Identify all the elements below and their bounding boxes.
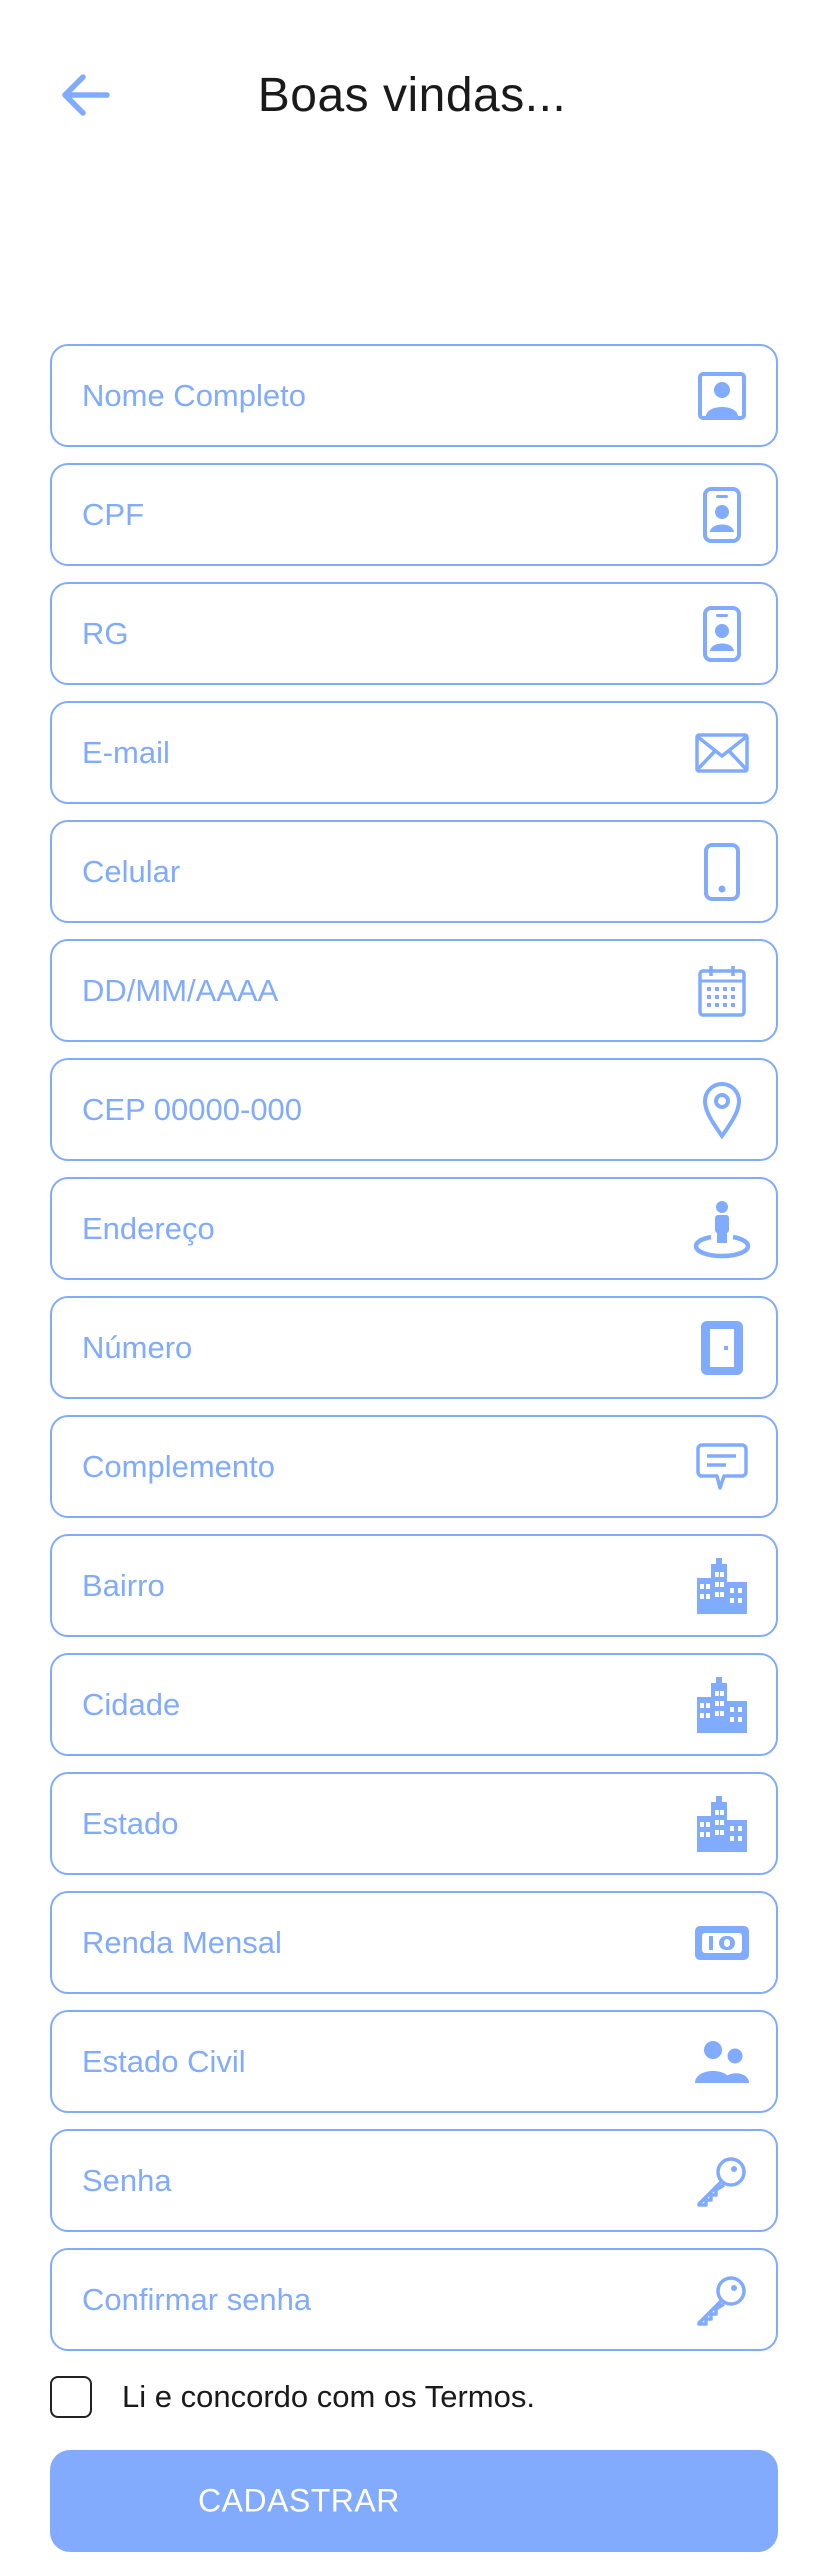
field-nome	[50, 344, 778, 447]
city-icon	[692, 1794, 752, 1854]
cadastrar-label: CADASTRAR	[198, 2482, 400, 2519]
nome-input[interactable]	[82, 365, 662, 426]
field-rg	[50, 582, 778, 685]
data-input[interactable]	[82, 960, 662, 1021]
cadastrar-button[interactable]: CADASTRAR	[50, 2450, 778, 2552]
email-input[interactable]	[82, 722, 662, 783]
field-endereco	[50, 1177, 778, 1280]
user-friends-icon	[692, 2032, 752, 2092]
smartphone-icon	[692, 842, 752, 902]
estado-input[interactable]	[82, 1793, 662, 1854]
key-icon	[692, 2151, 752, 2211]
field-renda	[50, 1891, 778, 1994]
field-cep	[50, 1058, 778, 1161]
contact-card-icon	[692, 366, 752, 426]
celular-input[interactable]	[82, 841, 662, 902]
city-icon	[692, 1675, 752, 1735]
city-icon	[692, 1556, 752, 1616]
field-cidade	[50, 1653, 778, 1756]
field-email	[50, 701, 778, 804]
terms-checkbox[interactable]	[50, 2376, 92, 2418]
money-bill-icon	[692, 1913, 752, 1973]
id-badge-icon	[692, 485, 752, 545]
field-bairro	[50, 1534, 778, 1637]
field-confirmar-senha	[50, 2248, 778, 2351]
door-icon	[692, 1318, 752, 1378]
header: Boas vindas...	[0, 0, 824, 200]
bairro-input[interactable]	[82, 1555, 662, 1616]
cpf-input[interactable]	[82, 484, 662, 545]
id-badge-icon	[692, 604, 752, 664]
cep-input[interactable]	[82, 1079, 662, 1140]
complemento-input[interactable]	[82, 1436, 662, 1497]
terms-row: Li e concordo com os Termos.	[50, 2372, 535, 2422]
calendar-icon	[692, 961, 752, 1021]
page-title: Boas vindas...	[257, 69, 567, 122]
field-cpf	[50, 463, 778, 566]
terms-label: Li e concordo com os Termos.	[122, 2379, 535, 2414]
renda-input[interactable]	[82, 1912, 662, 1973]
cidade-input[interactable]	[82, 1674, 662, 1735]
map-pin-icon	[692, 1080, 752, 1140]
senha-input[interactable]	[82, 2150, 662, 2211]
field-estado-civil	[50, 2010, 778, 2113]
field-celular	[50, 820, 778, 923]
key-icon	[692, 2270, 752, 2330]
confirmar-senha-input[interactable]	[82, 2269, 662, 2330]
estado-civil-input[interactable]	[82, 2031, 662, 2092]
rg-input[interactable]	[82, 603, 662, 664]
field-numero	[50, 1296, 778, 1399]
registration-form	[50, 344, 778, 2367]
envelope-icon	[692, 723, 752, 783]
endereco-input[interactable]	[82, 1198, 662, 1259]
comment-icon	[692, 1437, 752, 1497]
field-senha	[50, 2129, 778, 2232]
numero-input[interactable]	[82, 1317, 662, 1378]
field-estado	[50, 1772, 778, 1875]
street-view-icon	[692, 1199, 752, 1259]
field-data	[50, 939, 778, 1042]
field-complemento	[50, 1415, 778, 1518]
